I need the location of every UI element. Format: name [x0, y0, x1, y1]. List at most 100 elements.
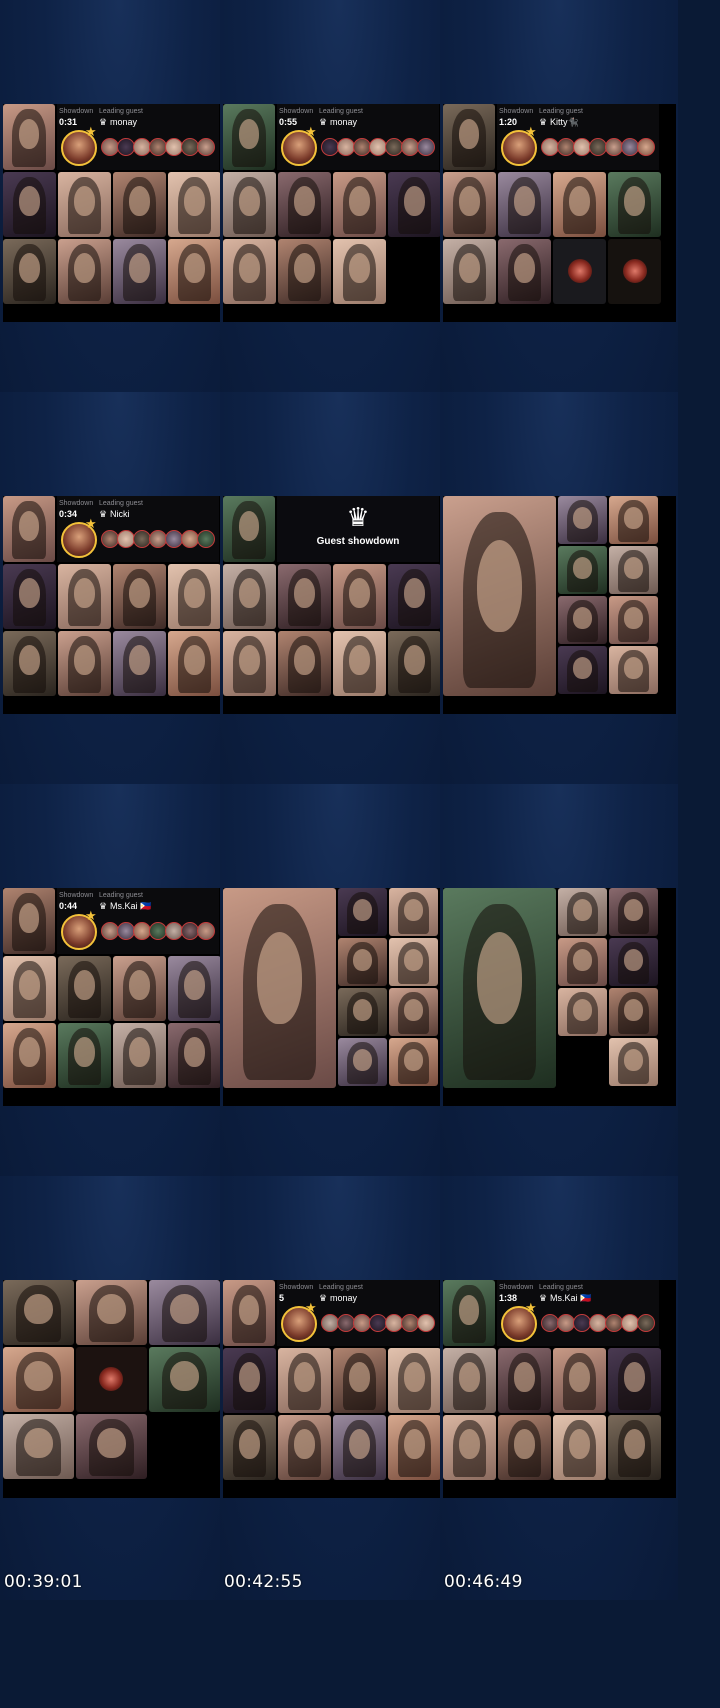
guest-mini-avatar[interactable] — [417, 1314, 435, 1332]
video-tile[interactable] — [333, 1348, 386, 1413]
video-tile[interactable] — [223, 564, 276, 629]
video-tile[interactable] — [3, 1023, 56, 1088]
thumbnail-cell[interactable]: ♛Guest showdown00:19:30 — [220, 392, 458, 816]
video-tile[interactable] — [443, 888, 556, 1088]
video-tile[interactable] — [443, 496, 556, 696]
video-tile[interactable] — [333, 631, 386, 696]
video-tile[interactable] — [609, 496, 658, 544]
video-tile[interactable] — [3, 104, 55, 170]
guest-mini-avatar[interactable] — [197, 138, 215, 156]
video-tile[interactable] — [498, 172, 551, 237]
video-tile[interactable] — [443, 1415, 496, 1480]
video-tile[interactable] — [3, 1414, 74, 1479]
video-tile[interactable] — [168, 1023, 221, 1088]
guest-mini-avatar[interactable] — [197, 530, 215, 548]
video-tile[interactable] — [58, 172, 111, 237]
video-tile[interactable] — [608, 172, 661, 237]
video-tile[interactable] — [389, 888, 438, 936]
video-tile[interactable] — [558, 496, 607, 544]
thumbnail-cell[interactable]: ShowdownLeading guest1:20♛Kitty🐈‍⬛★00:11… — [440, 0, 678, 424]
video-tile[interactable] — [333, 172, 386, 237]
video-tile[interactable] — [149, 1347, 220, 1412]
video-tile[interactable] — [498, 1348, 551, 1413]
video-tile[interactable] — [558, 938, 607, 986]
video-tile[interactable] — [388, 172, 441, 237]
video-tile[interactable] — [223, 888, 336, 1088]
video-tile[interactable] — [609, 1038, 658, 1086]
video-tile[interactable] — [149, 1280, 220, 1345]
video-tile[interactable] — [3, 956, 56, 1021]
video-tile[interactable] — [278, 564, 331, 629]
video-tile[interactable] — [58, 631, 111, 696]
video-tile[interactable] — [58, 1023, 111, 1088]
thumbnail-cell[interactable]: Showdown Leading guest 5 ♛ monay ★ 00:42:55 — [220, 1176, 458, 1600]
thumbnail-cell[interactable]: Showdown Leading guest 1:38 ♛ Ms.Kai 🇵🇭 ★ 00:4… — [440, 1176, 678, 1600]
video-tile[interactable] — [608, 1348, 661, 1413]
video-tile[interactable] — [333, 1415, 386, 1480]
video-tile[interactable] — [389, 988, 438, 1036]
video-tile[interactable] — [58, 956, 111, 1021]
video-tile[interactable] — [223, 1415, 276, 1480]
video-tile[interactable] — [3, 888, 55, 954]
video-tile[interactable] — [443, 104, 495, 170]
guest-mini-avatar[interactable] — [637, 1314, 655, 1332]
video-tile[interactable] — [223, 172, 276, 237]
video-tile[interactable] — [553, 1348, 606, 1413]
video-tile[interactable] — [76, 1414, 147, 1479]
thumbnail-cell[interactable]: ShowdownLeading guest0:44♛Ms.Kai 🇵🇭★00:2… — [0, 784, 238, 1208]
video-tile[interactable] — [168, 956, 221, 1021]
video-tile[interactable] — [168, 564, 221, 629]
video-tile[interactable] — [388, 1415, 441, 1480]
video-tile[interactable] — [388, 1348, 441, 1413]
video-tile[interactable] — [608, 1415, 661, 1480]
video-tile[interactable] — [113, 239, 166, 304]
video-tile[interactable] — [278, 1348, 331, 1413]
video-tile[interactable] — [553, 1415, 606, 1480]
video-tile[interactable] — [3, 496, 55, 562]
video-tile[interactable] — [558, 546, 607, 594]
video-tile[interactable] — [338, 1038, 387, 1086]
video-tile[interactable] — [388, 564, 441, 629]
video-tile[interactable] — [223, 1280, 275, 1346]
video-tile[interactable] — [333, 564, 386, 629]
guest-mini-avatar[interactable] — [197, 922, 215, 940]
video-tile[interactable] — [3, 564, 56, 629]
video-tile[interactable] — [168, 172, 221, 237]
video-tile[interactable] — [333, 239, 386, 304]
video-tile[interactable] — [609, 888, 658, 936]
video-tile[interactable] — [609, 646, 658, 694]
thumbnail-cell[interactable]: ShowdownLeading guest0:34♛Nicki★00:15:36 — [0, 392, 238, 816]
video-tile[interactable] — [223, 239, 276, 304]
video-tile[interactable] — [168, 631, 221, 696]
video-tile[interactable] — [223, 631, 276, 696]
video-tile[interactable] — [558, 596, 607, 644]
video-tile[interactable] — [278, 172, 331, 237]
video-tile[interactable] — [389, 1038, 438, 1086]
thumbnail-cell[interactable]: 00:31:13 — [220, 784, 458, 1208]
thumbnail-cell[interactable]: ShowdownLeading guest0:31♛monay★00:03:54 — [0, 0, 238, 424]
video-tile[interactable] — [3, 172, 56, 237]
thumbnail-cell[interactable]: ShowdownLeading guest0:55♛monay★00:07:48 — [220, 0, 458, 424]
guest-mini-avatar[interactable] — [637, 138, 655, 156]
video-tile[interactable] — [223, 1348, 276, 1413]
video-tile[interactable] — [498, 1415, 551, 1480]
video-tile[interactable] — [443, 1348, 496, 1413]
video-tile[interactable] — [558, 888, 607, 936]
video-tile[interactable] — [113, 172, 166, 237]
video-tile[interactable] — [553, 172, 606, 237]
thumbnail-cell[interactable]: 00:39:01 — [0, 1176, 238, 1600]
video-tile[interactable] — [113, 1023, 166, 1088]
video-tile[interactable] — [609, 988, 658, 1036]
thumbnail-cell[interactable]: 00:23:24 — [440, 392, 678, 816]
video-tile[interactable] — [278, 631, 331, 696]
thumbnail-cell[interactable]: 00:35:07 — [440, 784, 678, 1208]
video-tile[interactable] — [388, 631, 441, 696]
video-tile[interactable] — [609, 938, 658, 986]
video-tile[interactable] — [113, 631, 166, 696]
video-tile[interactable] — [389, 938, 438, 986]
video-tile[interactable] — [443, 239, 496, 304]
video-tile[interactable] — [58, 239, 111, 304]
video-tile[interactable] — [113, 956, 166, 1021]
video-tile[interactable] — [558, 988, 607, 1036]
video-tile[interactable] — [498, 239, 551, 304]
